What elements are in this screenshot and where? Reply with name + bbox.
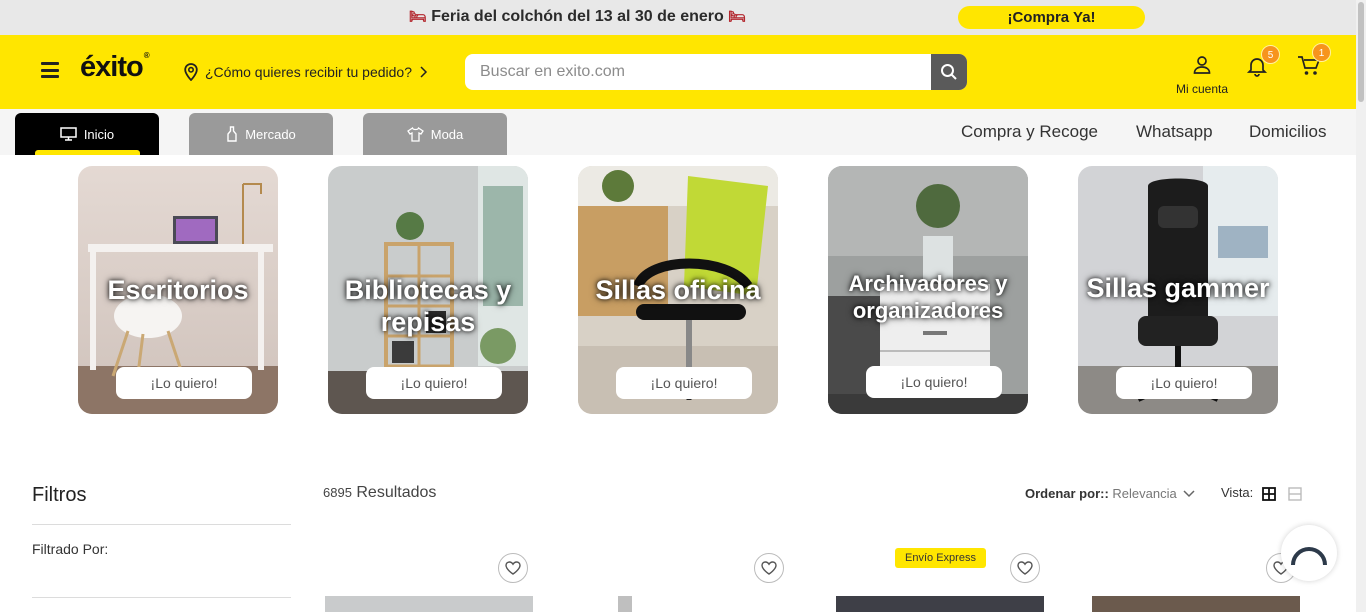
product-image[interactable] — [325, 596, 533, 612]
product-image[interactable] — [1092, 596, 1300, 612]
page-scrollbar[interactable] — [1356, 0, 1366, 612]
tab-moda[interactable]: Moda — [363, 113, 507, 155]
grid-view-icon[interactable] — [1262, 487, 1276, 501]
tab-inicio[interactable]: Inicio — [15, 113, 159, 155]
express-badge: Envío Express — [895, 548, 986, 568]
promo-text-wrap: 🛏 Feria del colchón del 13 al 30 de ener… — [409, 8, 746, 26]
favorite-button[interactable] — [754, 553, 784, 583]
favorite-button[interactable] — [1010, 553, 1040, 583]
divider — [32, 524, 291, 525]
nav-link-whatsapp[interactable]: Whatsapp — [1136, 122, 1213, 142]
search-bar — [465, 54, 967, 90]
heart-icon — [505, 561, 521, 575]
tab-label: Moda — [430, 126, 464, 142]
page: 🛏 Feria del colchón del 13 al 30 de ener… — [0, 0, 1366, 612]
tab-label: Mercado — [245, 126, 296, 142]
scrollbar-thumb[interactable] — [1358, 2, 1364, 102]
sort-label: Ordenar por:: — [1025, 486, 1109, 501]
account-label: Mi cuenta — [1175, 82, 1229, 96]
category-title: Sillas gammer — [1086, 273, 1270, 303]
promo-text: Feria del colchón del 13 al 30 de enero — [431, 8, 724, 25]
location-prompt: ¿Cómo quieres recibir tu pedido? — [205, 64, 412, 80]
category-card-sillas-oficina[interactable]: Sillas oficina ¡Lo quiero! — [578, 166, 778, 414]
divider — [32, 597, 291, 598]
list-view-icon[interactable] — [1288, 487, 1302, 501]
heart-icon — [1017, 561, 1033, 575]
favorite-button[interactable] — [498, 553, 528, 583]
location-pin-icon — [184, 63, 198, 81]
logo-text: éxito — [80, 51, 144, 83]
view-label: Vista: — [1221, 485, 1254, 500]
lo-quiero-button[interactable]: ¡Lo quiero! — [866, 366, 1002, 398]
bottle-icon — [227, 126, 237, 142]
search-icon — [941, 64, 957, 80]
category-card-escritorios[interactable]: Escritorios ¡Lo quiero! — [78, 166, 278, 414]
category-card-sillas-gammer[interactable]: Sillas gammer ¡Lo quiero! — [1078, 166, 1278, 414]
filters-title: Filtros — [32, 484, 87, 506]
notifications-button[interactable]: 5 — [1246, 45, 1280, 82]
chevron-right-icon — [420, 66, 428, 78]
shirt-icon — [406, 126, 424, 142]
filtered-by-label: Filtrado Por: — [32, 541, 109, 557]
lo-quiero-button[interactable]: ¡Lo quiero! — [616, 367, 752, 399]
active-tab-indicator — [35, 150, 140, 155]
nav-link-domicilios[interactable]: Domicilios — [1249, 122, 1326, 142]
logo-mark: ® — [143, 51, 150, 60]
lo-quiero-button[interactable]: ¡Lo quiero! — [116, 367, 252, 399]
product-image[interactable] — [618, 596, 632, 612]
promo-cta-button[interactable]: ¡Compra Ya! — [958, 6, 1145, 29]
menu-icon[interactable] — [41, 62, 59, 78]
search-button[interactable] — [931, 54, 967, 90]
sort-dropdown[interactable]: Ordenar por:: Relevancia — [1025, 486, 1195, 501]
tab-label: Inicio — [83, 126, 115, 142]
category-cards: Escritorios ¡Lo quiero! Bibliotecas y re… — [78, 166, 1288, 414]
bed-icon: 🛏 — [409, 8, 427, 24]
category-nav: Inicio Mercado Moda Compra y Recoge What… — [0, 109, 1356, 155]
lo-quiero-button[interactable]: ¡Lo quiero! — [366, 367, 502, 399]
category-title: Escritorios — [107, 275, 249, 305]
heart-icon — [761, 561, 777, 575]
user-icon — [1193, 56, 1211, 74]
chat-icon — [1291, 547, 1327, 566]
nav-link-compra-y-recoge[interactable]: Compra y Recoge — [961, 122, 1098, 142]
sort-value: Relevancia — [1112, 486, 1177, 501]
delivery-location-selector[interactable]: ¿Cómo quieres recibir tu pedido? — [183, 62, 428, 82]
main-header: éxito® ¿Cómo quieres recibir tu pedido? … — [0, 35, 1356, 109]
search-input[interactable] — [465, 54, 931, 90]
results-label: Resultados — [356, 484, 437, 501]
cart-badge: 1 — [1312, 43, 1331, 62]
account-button[interactable]: Mi cuenta — [1170, 55, 1234, 96]
category-title: Sillas oficina — [595, 275, 761, 305]
monitor-icon — [60, 127, 77, 141]
promo-bar: 🛏 Feria del colchón del 13 al 30 de ener… — [0, 0, 1356, 35]
results-number: 6895 — [323, 485, 352, 500]
category-card-bibliotecas[interactable]: Bibliotecas y repisas ¡Lo quiero! — [328, 166, 528, 414]
chat-widget[interactable] — [1281, 525, 1337, 581]
lo-quiero-button[interactable]: ¡Lo quiero! — [1116, 367, 1252, 399]
bed-icon: 🛏 — [728, 8, 747, 24]
cart-button[interactable]: 1 — [1297, 43, 1331, 82]
chevron-down-icon — [1183, 490, 1195, 498]
category-card-archivadores[interactable]: Archivadores y organizadores ¡Lo quiero! — [828, 166, 1028, 414]
logo[interactable]: éxito® — [80, 51, 150, 84]
notifications-badge: 5 — [1261, 45, 1280, 64]
product-image[interactable] — [836, 596, 1044, 612]
category-title: Bibliotecas y repisas — [344, 275, 512, 337]
results-count: 6895 Resultados — [323, 484, 436, 502]
tab-mercado[interactable]: Mercado — [189, 113, 333, 155]
category-title: Archivadores y organizadores — [848, 271, 1008, 323]
